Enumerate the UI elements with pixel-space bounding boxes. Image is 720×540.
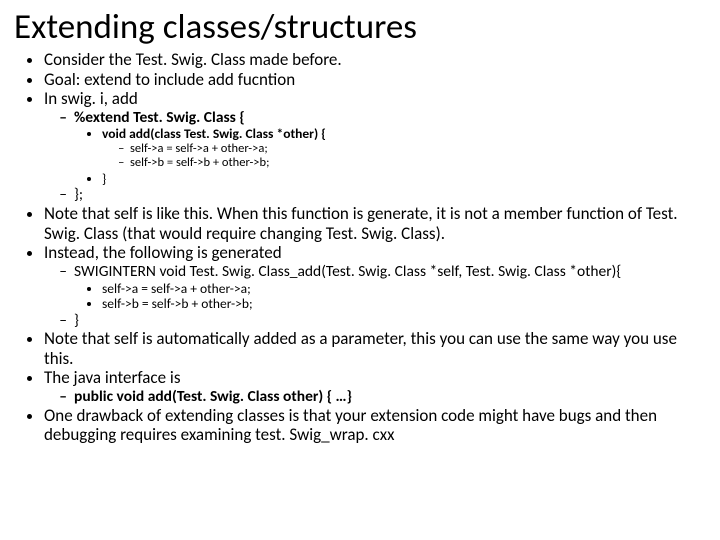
list-item: The java interface is [44,368,706,388]
list-item: self->a = self->a + other->a; [130,142,706,156]
bullet-list-level1: Consider the Test. Swig. Class made befo… [14,50,706,445]
list-item: %extend Test. Swig. Class { [74,109,706,127]
list-item: } [74,312,706,330]
list-item: One drawback of extending classes is tha… [44,406,706,445]
list-item: self->b = self->b + other->b; [102,296,706,312]
bullet-list-level2: %extend Test. Swig. Class { void add(cla… [44,109,706,204]
list-item: self->a = self->a + other->a; [102,281,706,297]
list-item: Note that self is like this. When this f… [44,204,706,243]
bullet-list-level3: self->a = self->a + other->a; self->b = … [74,281,706,312]
list-item: SWIGINTERN void Test. Swig. Class_add(Te… [74,263,706,281]
list-item: public void add(Test. Swig. Class other)… [74,388,706,406]
list-item: self->b = self->b + other->b; [130,156,706,170]
bullet-list-level4: self->a = self->a + other->a; self->b = … [102,142,706,171]
list-item: Note that self is automatically added as… [44,329,706,368]
list-item: In swig. i, add [44,89,706,109]
list-item: } [102,171,706,187]
bullet-list-level3: void add(class Test. Swig. Class *other)… [74,126,706,186]
list-item: void add(class Test. Swig. Class *other)… [102,126,706,142]
bullet-list-level2: SWIGINTERN void Test. Swig. Class_add(Te… [44,263,706,330]
bullet-list-level2: public void add(Test. Swig. Class other)… [44,388,706,406]
list-item: }; [74,186,706,204]
list-item: Consider the Test. Swig. Class made befo… [44,50,706,70]
list-item: Goal: extend to include add fucntion [44,70,706,90]
list-item: Instead, the following is generated [44,243,706,263]
slide-title: Extending classes/structures [14,6,706,48]
slide: Extending classes/structures Consider th… [0,0,720,540]
